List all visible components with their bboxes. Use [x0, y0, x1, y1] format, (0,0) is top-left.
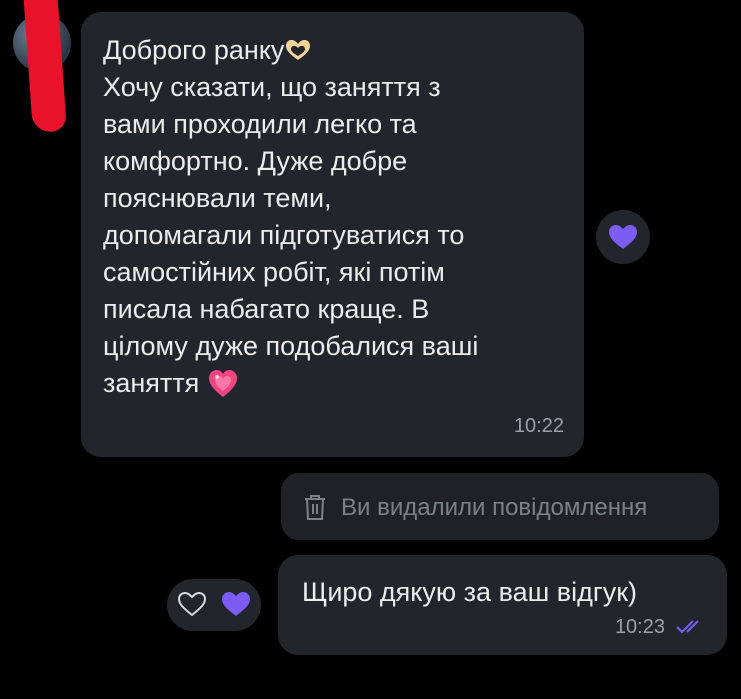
outgoing-message-time: 10:23: [614, 616, 665, 638]
outgoing-message-bubble[interactable]: Щиро дякую за ваш відгук) 10:23: [278, 555, 727, 655]
outgoing-message-text: Щиро дякую за ваш відгук): [302, 577, 638, 607]
outgoing-reaction-pill[interactable]: [167, 579, 261, 631]
chat-screen: Доброго ранку Хочу сказати, що заняття з…: [0, 0, 741, 699]
incoming-message-time: 10:22: [513, 415, 564, 437]
greeting-line: Доброго ранку: [103, 35, 285, 65]
trash-icon: [305, 495, 325, 520]
purple-heart-icon[interactable]: [221, 591, 251, 617]
purple-heart-icon: [609, 225, 637, 249]
incoming-reaction-badge[interactable]: [596, 210, 650, 264]
heart-hands-emoji-icon: [284, 35, 312, 60]
message-body: Хочу сказати, що заняття з вами проходил…: [103, 72, 479, 398]
incoming-message-text: Доброго ранку Хочу сказати, що заняття з…: [103, 32, 573, 402]
deleted-message-text: Ви видалили повідомлення: [341, 494, 648, 521]
incoming-message-bubble[interactable]: Доброго ранку Хочу сказати, що заняття з…: [81, 12, 584, 457]
double-check-icon: [676, 620, 699, 634]
heart-outline-icon[interactable]: [177, 591, 207, 617]
sparkling-heart-emoji-icon: [207, 368, 239, 400]
deleted-message-bubble[interactable]: Ви видалили повідомлення: [281, 473, 719, 540]
